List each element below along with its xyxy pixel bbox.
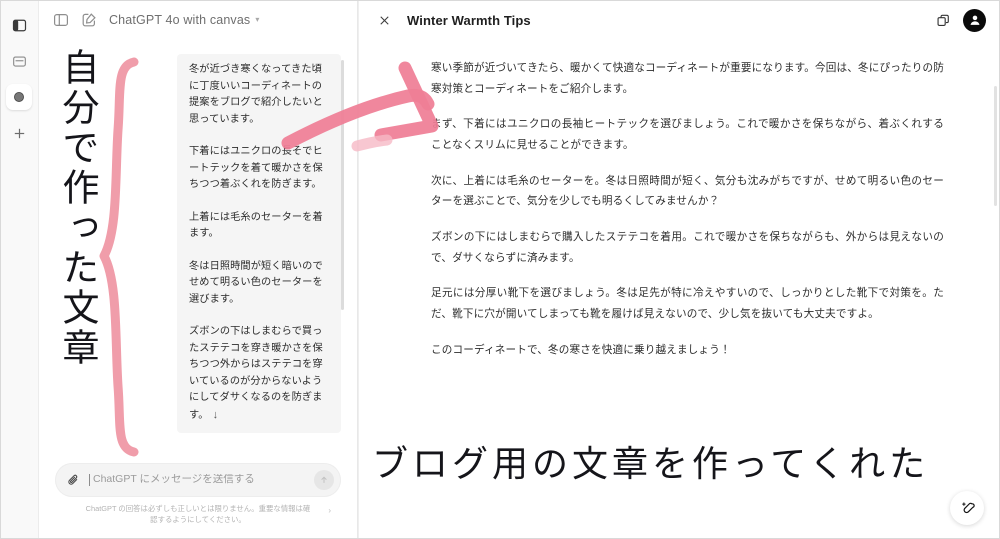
- sidebar-panel-icon[interactable]: [6, 12, 32, 38]
- canvas-header: Winter Warmth Tips: [359, 0, 1000, 40]
- archive-icon[interactable]: [6, 48, 32, 74]
- canvas-paragraph: ズボンの下にはしまむらで購入したステテコを着用。これで暖かさを保ちながらも、外か…: [431, 230, 944, 264]
- chat-message: 上着には毛糸のセーターを着ます。: [189, 211, 323, 240]
- chat-message: 冬は日照時間が短く暗いのでせめて明るい色のセーターを選びます。: [189, 260, 323, 305]
- canvas-document[interactable]: 寒い季節が近づいてきたら、暖かくて快適なコーディネートが重要になります。今回は、…: [359, 40, 1000, 539]
- new-chat-icon[interactable]: [81, 12, 97, 28]
- send-button[interactable]: [314, 469, 334, 490]
- message-input[interactable]: ChatGPT にメッセージを送信する: [89, 474, 255, 486]
- down-arrow-glyph: ↓: [212, 408, 219, 421]
- chat-message: 冬が近づき寒くなってきた頃に丁度いいコーディネートの提案をブログで紹介したいと思…: [189, 64, 323, 125]
- canvas-title: Winter Warmth Tips: [407, 12, 531, 28]
- chat-message-last: ズボンの下はしまむらで買ったステテコを穿き暖かさを保ちつつ外からはステテコを穿い…: [177, 320, 341, 428]
- model-name-label: ChatGPT 4o with canvas: [109, 13, 251, 27]
- chat-column: ChatGPT 4o with canvas ▾ 冬が近づき寒くなってきた頃に丁…: [39, 0, 358, 539]
- disclaimer-caret-icon[interactable]: ›: [328, 505, 331, 517]
- chat-header: ChatGPT 4o with canvas ▾: [39, 0, 357, 40]
- chat-scrollbar[interactable]: [341, 60, 344, 310]
- close-icon[interactable]: [375, 11, 393, 29]
- app-window: ChatGPT 4o with canvas ▾ 冬が近づき寒くなってきた頃に丁…: [0, 0, 1000, 539]
- magic-pencil-icon[interactable]: [950, 491, 984, 525]
- canvas-paragraph: 寒い季節が近づいてきたら、暖かくて快適なコーディネートが重要になります。今回は、…: [431, 62, 944, 95]
- canvas-header-actions: [936, 8, 986, 32]
- canvas-paragraph: このコーディネートで、冬の寒さを快適に乗り越えましょう！: [431, 343, 731, 356]
- composer[interactable]: ChatGPT にメッセージを送信する: [55, 462, 341, 497]
- plus-icon[interactable]: [6, 120, 32, 146]
- disclaimer: ChatGPT の回答は必ずしも正しいとは限りません。重要な情報は確認するように…: [55, 497, 341, 533]
- canvas-column: Winter Warmth Tips 寒い季節が近づいてきたら、暖かくて快適なコ…: [358, 0, 1000, 539]
- chevron-down-icon: ▾: [255, 15, 260, 24]
- user-avatar-icon[interactable]: [963, 8, 986, 32]
- composer-area: ChatGPT にメッセージを送信する ChatGPT の回答は必ずしも正しいと…: [39, 462, 357, 539]
- canvas-paragraph: 次に、上着には毛糸のセーターを。冬は日照時間が短く、気分も沈みがちですが、せめて…: [431, 174, 944, 208]
- message-list: 冬が近づき寒くなってきた頃に丁度いいコーディネートの提案をブログで紹介したいと思…: [177, 54, 341, 433]
- canvas-scrollbar[interactable]: [994, 86, 997, 206]
- paperclip-icon[interactable]: [67, 473, 81, 487]
- gpts-icon[interactable]: [6, 84, 32, 110]
- chat-scroll-area[interactable]: 冬が近づき寒くなってきた頃に丁度いいコーディネートの提案をブログで紹介したいと思…: [39, 40, 357, 463]
- canvas-paragraph: まず、下着にはユニクロの長袖ヒートテックを選びましょう。これで暖かさを保ちながら…: [431, 118, 944, 151]
- chat-message-text: ズボンの下はしまむらで買ったステテコを穿き暖かさを保ちつつ外からはステテコを穿い…: [189, 326, 323, 421]
- model-selector[interactable]: ChatGPT 4o with canvas ▾: [109, 13, 260, 27]
- chat-message: 下着にはユニクロの長そでヒートテックを着て暖かさを保ちつつ着ぶくれを防ぎます。: [189, 146, 323, 191]
- sidebar-toggle-icon[interactable]: [53, 12, 69, 28]
- disclaimer-text: ChatGPT の回答は必ずしも正しいとは限りません。重要な情報は確認するように…: [85, 503, 311, 524]
- left-rail: [0, 0, 39, 539]
- canvas-paragraph: 足元には分厚い靴下を選びましょう。冬は足先が特に冷えやすいので、しっかりとした靴…: [431, 287, 944, 320]
- copy-icon[interactable]: [936, 13, 951, 28]
